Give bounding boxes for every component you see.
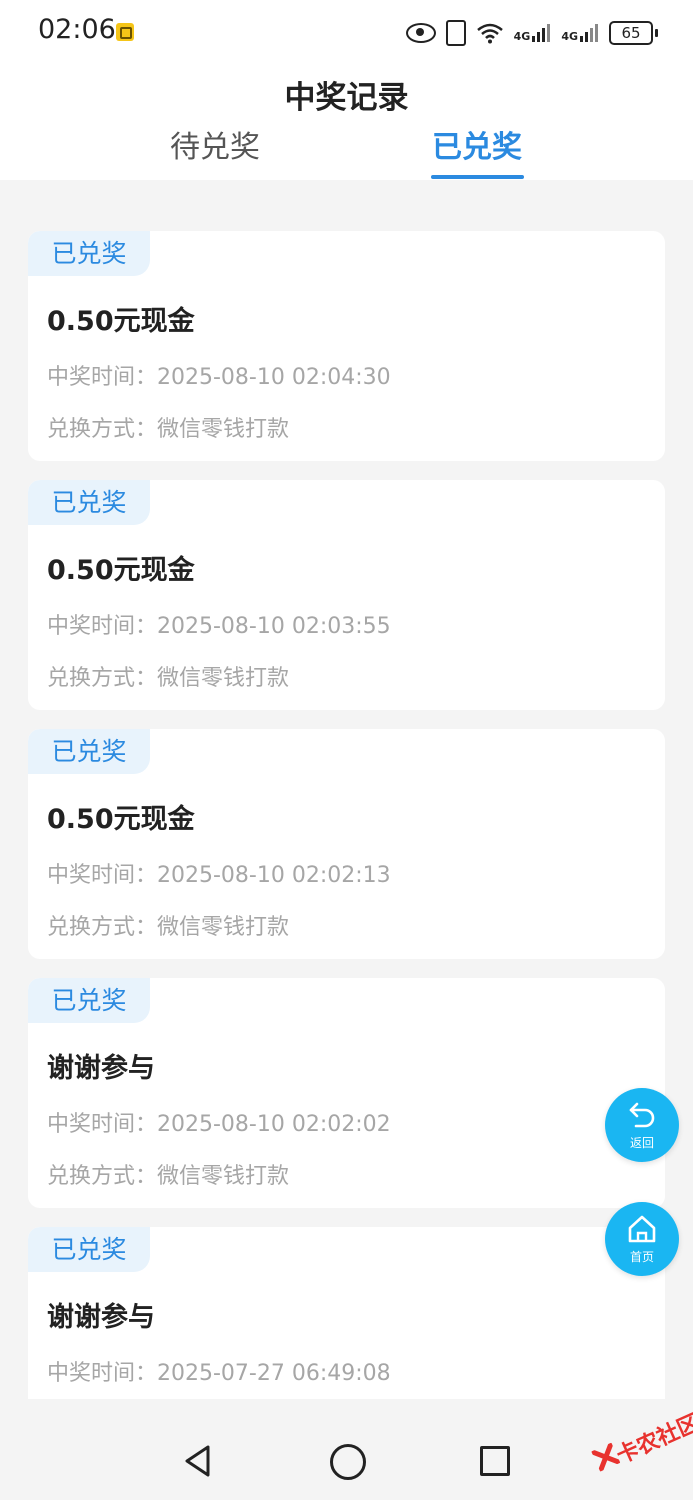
notification-app-icon [116, 23, 134, 41]
status-badge: 已兑奖 [28, 1227, 150, 1272]
active-tab-indicator [431, 175, 524, 179]
nav-recents-icon[interactable] [480, 1446, 510, 1476]
eye-comfort-icon [405, 23, 436, 43]
status-bar: 02:06 4G 4G 65 [0, 0, 693, 66]
status-badge: 已兑奖 [28, 231, 150, 276]
redeem-method: 兑换方式：微信零钱打款 [47, 1164, 290, 1189]
prize-name: 0.50元现金 [47, 306, 195, 337]
wifi-icon [476, 22, 504, 44]
tab-pending[interactable]: 待兑奖 [170, 122, 260, 166]
back-button-label: 返回 [629, 1136, 654, 1150]
win-time: 中奖时间：2025-08-10 02:02:02 [47, 1112, 391, 1137]
win-time: 中奖时间：2025-08-10 02:02:13 [47, 863, 391, 888]
cell-signal-1-icon: 4G [514, 23, 552, 43]
tab-redeemed[interactable]: 已兑奖 [432, 122, 522, 166]
nav-back-icon[interactable] [183, 1444, 213, 1478]
status-badge: 已兑奖 [28, 480, 150, 525]
prize-name: 谢谢参与 [47, 1302, 155, 1333]
record-card[interactable]: 已兑奖 谢谢参与 中奖时间：2025-08-10 02:02:02 兑换方式：微… [28, 978, 665, 1208]
status-time: 02:06 [38, 14, 116, 45]
home-icon [628, 1215, 656, 1243]
record-card[interactable]: 已兑奖 0.50元现金 中奖时间：2025-08-10 02:04:30 兑换方… [28, 231, 665, 461]
return-icon [629, 1102, 655, 1128]
nav-home-icon[interactable] [330, 1444, 366, 1480]
redeem-method: 兑换方式：微信零钱打款 [47, 915, 290, 940]
prize-name: 0.50元现金 [47, 804, 195, 835]
home-button[interactable]: 首页 [605, 1202, 679, 1276]
signal-1-label: 4G [513, 30, 531, 43]
win-time: 中奖时间：2025-08-10 02:04:30 [47, 365, 391, 390]
win-time: 中奖时间：2025-07-27 06:49:08 [47, 1361, 391, 1386]
signal-2-label: 4G [561, 30, 578, 43]
page-title: 中奖记录 [284, 80, 409, 116]
win-time: 中奖时间：2025-08-10 02:03:55 [47, 614, 391, 639]
status-badge: 已兑奖 [28, 729, 150, 774]
vibrate-icon [445, 20, 466, 46]
battery-icon: 65 [609, 21, 658, 45]
page-header: 中奖记录 待兑奖 已兑奖 [0, 66, 693, 180]
record-card[interactable]: 已兑奖 0.50元现金 中奖时间：2025-08-10 02:02:13 兑换方… [28, 729, 665, 959]
back-button[interactable]: 返回 [605, 1088, 679, 1162]
status-badge: 已兑奖 [28, 978, 150, 1023]
record-card[interactable]: 已兑奖 0.50元现金 中奖时间：2025-08-10 02:03:55 兑换方… [28, 480, 665, 710]
home-button-label: 首页 [629, 1250, 654, 1264]
cell-signal-2-icon: 4G [561, 23, 599, 43]
redeem-method: 兑换方式：微信零钱打款 [47, 417, 290, 442]
prize-name: 谢谢参与 [47, 1053, 155, 1084]
status-icons: 4G 4G 65 [405, 18, 658, 48]
prize-name: 0.50元现金 [47, 555, 195, 586]
redeem-method: 兑换方式：微信零钱打款 [47, 666, 290, 691]
record-card[interactable]: 已兑奖 谢谢参与 中奖时间：2025-07-27 06:49:08 [28, 1227, 665, 1399]
